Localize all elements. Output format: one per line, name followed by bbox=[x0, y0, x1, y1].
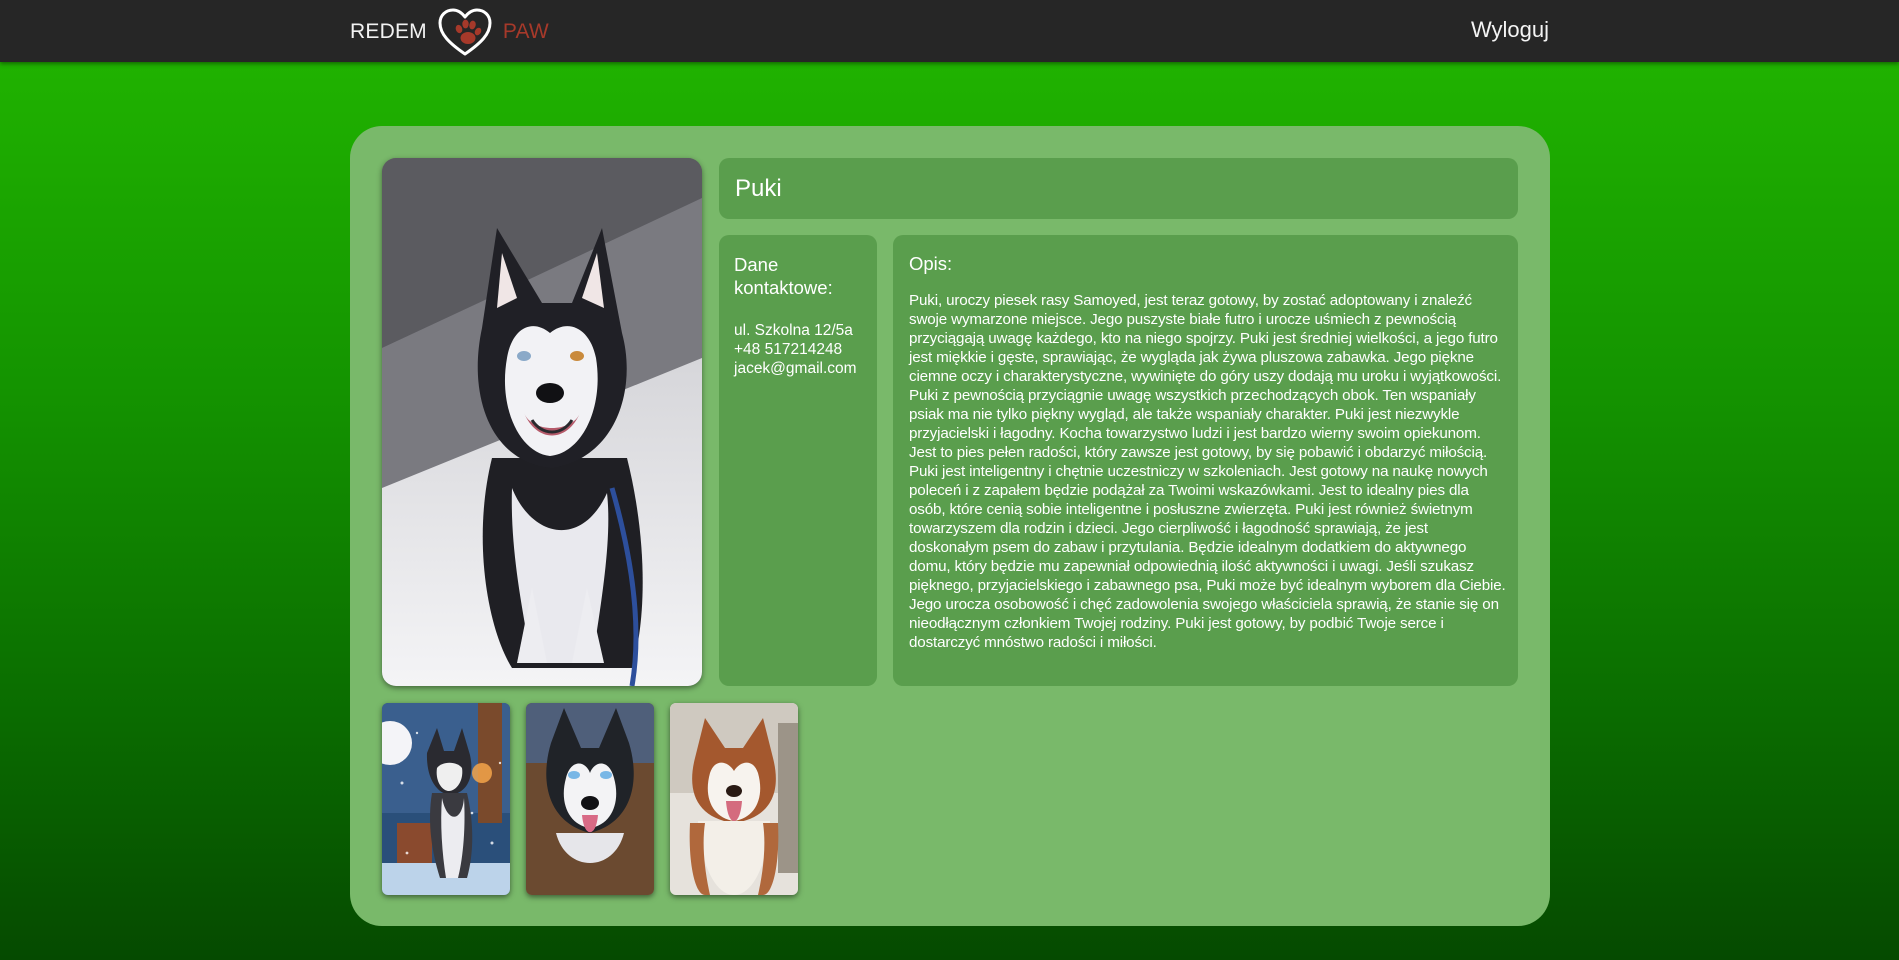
description-panel: Opis: Puki, uroczy piesek rasy Samoyed, … bbox=[893, 235, 1518, 686]
contact-phone: +48 517214248 bbox=[734, 341, 843, 358]
thumbnail-2[interactable] bbox=[526, 703, 654, 895]
description-text: Puki, uroczy piesek rasy Samoyed, jest t… bbox=[909, 292, 1506, 651]
heart-paw-icon bbox=[438, 8, 492, 56]
brand-name-left: REDEM bbox=[350, 20, 427, 43]
contact-panel: Dane kontaktowe: ul. Szkolna 12/5a +48 5… bbox=[719, 235, 877, 686]
husky-puppy-photo bbox=[526, 703, 654, 895]
thumbnail-1[interactable] bbox=[382, 703, 510, 895]
contact-title: Dane kontaktowe: bbox=[734, 254, 833, 298]
contact-details: ul. Szkolna 12/5a +48 517214248 jacek@gm… bbox=[734, 321, 857, 378]
brand-name-right: PAW bbox=[502, 20, 549, 43]
contact-address: ul. Szkolna 12/5a bbox=[734, 322, 853, 339]
logout-link[interactable]: Wyloguj bbox=[1471, 17, 1549, 43]
thumbnail-3[interactable] bbox=[670, 703, 798, 895]
husky-winter-photo bbox=[382, 703, 510, 895]
pet-name-panel: Puki bbox=[719, 158, 1518, 219]
top-navbar: REDEM PAW Wyloguj bbox=[0, 0, 1899, 62]
pet-name: Puki bbox=[735, 175, 782, 202]
brown-husky-photo bbox=[670, 703, 798, 895]
husky-sitting-photo bbox=[382, 158, 702, 686]
main-pet-photo[interactable] bbox=[382, 158, 702, 686]
contact-email: jacek@gmail.com bbox=[734, 360, 857, 377]
brand-logo-link[interactable]: REDEM PAW bbox=[350, 8, 549, 56]
pet-profile-card: Puki Dane kontaktowe: ul. Szkolna 12/5a … bbox=[350, 126, 1550, 926]
description-title: Opis: bbox=[909, 253, 953, 274]
